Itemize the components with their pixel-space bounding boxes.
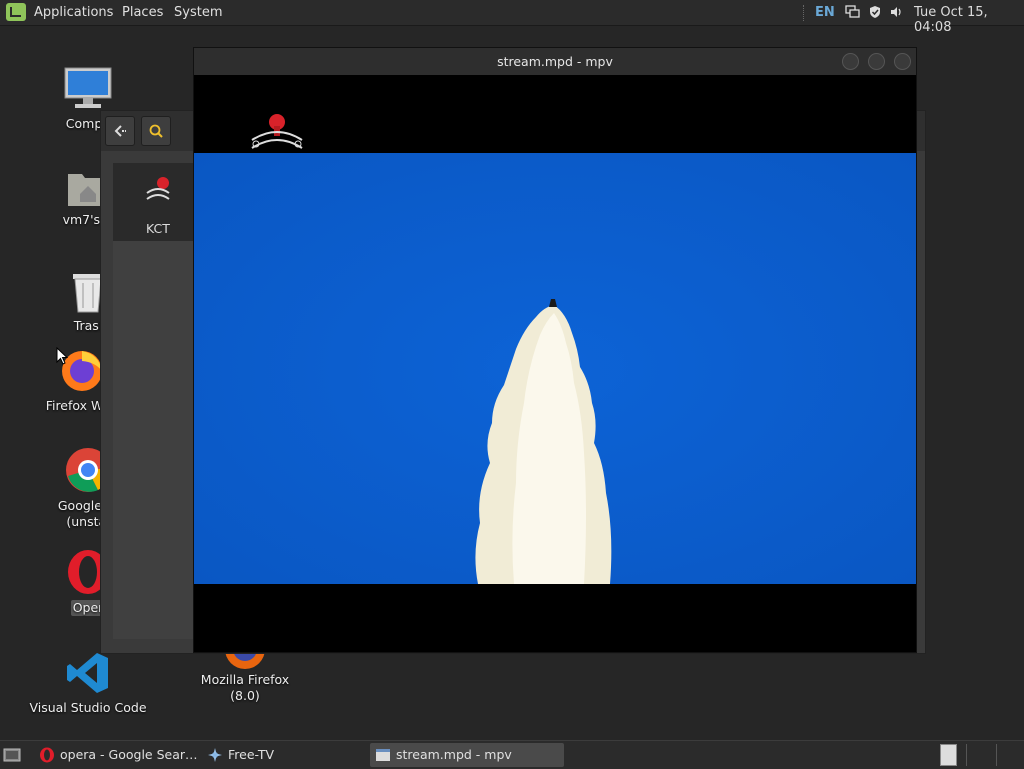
desktop-icon-firefox-old[interactable]: Mozilla Firefox (8.0) [185, 648, 305, 704]
task-label: stream.mpd - mpv [396, 747, 512, 762]
volume-icon[interactable] [889, 5, 904, 19]
task-label: opera - Google Sear… [60, 747, 198, 762]
desktop-icon-label: Mozilla Firefox (8.0) [200, 672, 290, 703]
desktop-icon-vscode[interactable]: Visual Studio Code [28, 650, 148, 716]
workspace-switcher-1[interactable] [940, 744, 957, 766]
maximize-button[interactable] [868, 53, 885, 70]
close-button[interactable] [894, 53, 911, 70]
taskbar: opera - Google Sear… Free-TV stream.mpd … [0, 740, 1024, 769]
show-desktop-icon[interactable] [2, 745, 22, 765]
desktop-icon-label: Visual Studio Code [29, 700, 147, 715]
window-title: stream.mpd - mpv [497, 54, 613, 69]
rocket-launch-image [194, 153, 916, 584]
video-frame[interactable] [194, 153, 916, 584]
arrow-left-icon [114, 125, 126, 137]
task-mpv[interactable]: stream.mpd - mpv [370, 743, 564, 767]
search-button[interactable] [141, 116, 171, 146]
task-opera[interactable]: opera - Google Sear… [34, 743, 220, 767]
vscode-icon [28, 650, 148, 700]
task-free-tv[interactable]: Free-TV [202, 743, 378, 767]
panel-separator [803, 5, 806, 21]
menu-applications[interactable]: Applications [34, 5, 113, 20]
taskbar-separator [996, 744, 997, 766]
menu-places[interactable]: Places [122, 5, 163, 20]
computer-icon [28, 66, 148, 116]
keyboard-layout-indicator[interactable]: EN [815, 5, 835, 20]
channel-label: KCT [146, 221, 170, 236]
clock[interactable]: Tue Oct 15, 04:08 [914, 5, 1024, 35]
minimize-button[interactable] [842, 53, 859, 70]
shield-icon[interactable] [868, 5, 883, 19]
mint-menu-icon[interactable] [6, 3, 26, 21]
mouse-cursor-icon [56, 347, 68, 365]
mpv-window[interactable]: stream.mpd - mpv [193, 47, 917, 653]
channel-item[interactable]: KCT [113, 163, 203, 241]
top-panel: Applications Places System EN Tue Oct 15… [0, 0, 1024, 35]
free-tv-icon [208, 748, 222, 762]
channel-logo-icon [113, 163, 203, 221]
task-label: Free-TV [228, 747, 275, 762]
window-icon [376, 749, 390, 761]
opera-icon [40, 747, 54, 763]
network-icon[interactable] [845, 5, 860, 19]
mpv-titlebar[interactable]: stream.mpd - mpv [194, 48, 916, 75]
menu-system[interactable]: System [174, 5, 222, 20]
back-button[interactable] [105, 116, 135, 146]
search-icon [149, 124, 163, 138]
taskbar-separator [966, 744, 967, 766]
